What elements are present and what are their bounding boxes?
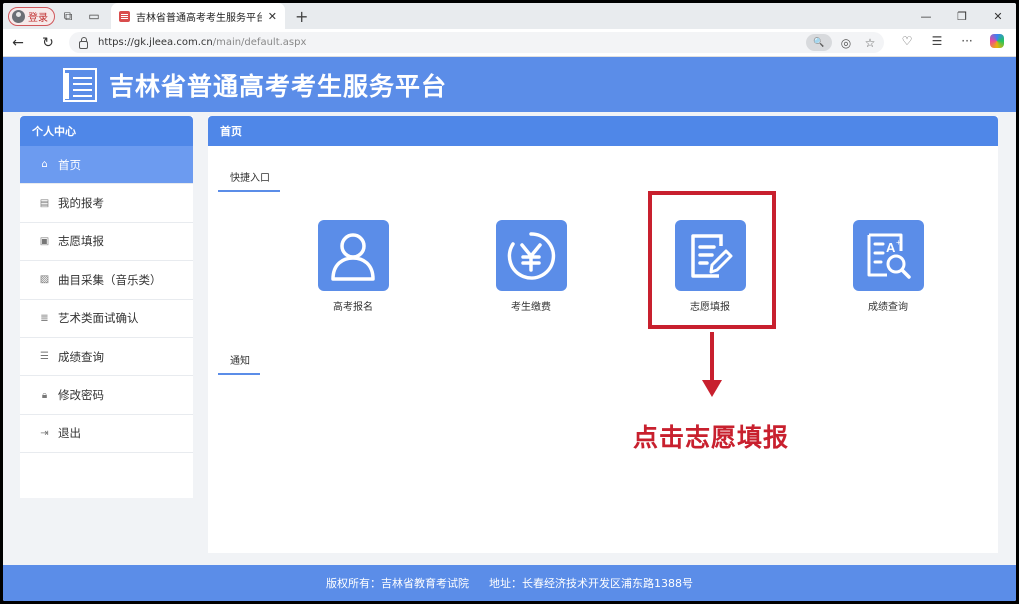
annotation-text: 点击志愿填报 [633, 423, 790, 452]
site-logo-icon [63, 67, 97, 102]
browser-tab-active[interactable]: 吉林省普通高考考生服务平台 ✕ [111, 3, 285, 29]
sidebar-item-score-query[interactable]: ☰ 成绩查询 [20, 338, 193, 377]
arrow-down-icon [702, 380, 722, 397]
tab-title: 吉林省普通高考考生服务平台 [136, 12, 262, 24]
tab-actions-icon[interactable]: ▭ [81, 5, 107, 27]
sidebar-item-label: 曲目采集（音乐类） [58, 272, 162, 287]
web-page: 吉林省普通高考考生服务平台 个人中心 ⌂ 首页 ▤ 我的报考 ▣ 志愿填报 ▨ … [3, 57, 1016, 601]
sidebar: 个人中心 ⌂ 首页 ▤ 我的报考 ▣ 志愿填报 ▨ 曲目采集（音乐类） ≣ 艺术… [20, 116, 193, 498]
home-icon: ⌂ [41, 159, 48, 171]
sidebar-item-label: 修改密码 [58, 388, 104, 403]
lock-icon [79, 36, 88, 49]
score-search-icon: A + [852, 220, 924, 291]
main-heading: 首页 [208, 116, 998, 146]
browser-window: 登录 ⧉ ▭ 吉林省普通高考考生服务平台 ✕ + — ❐ ✕ ← ↻ https… [3, 3, 1016, 601]
address-bar[interactable]: https://gk.jleea.com.cn/main/default.asp… [69, 32, 884, 53]
new-tab-icon[interactable]: + [295, 7, 308, 26]
search-key-icon[interactable]: 🔍 [806, 34, 832, 51]
yen-icon [495, 220, 567, 291]
site-footer: 版权所有：吉林省教育考试院 地址：长春经济技术开发区浦东路1388号 [3, 565, 1016, 601]
site-banner: 吉林省普通高考考生服务平台 [3, 57, 1016, 112]
document-icon: ▤ [39, 197, 50, 209]
sidebar-item-art-interview[interactable]: ≣ 艺术类面试确认 [20, 300, 193, 338]
favorites-list-icon[interactable]: ☰ [922, 34, 952, 51]
main-panel: 首页 快捷入口 高考报名 考生缴费 志愿填报 A + 成绩查询 通知 点击志愿填… [208, 116, 998, 553]
form-icon: ▣ [39, 235, 50, 247]
more-menu-icon[interactable]: ··· [952, 34, 982, 51]
back-icon[interactable]: ← [3, 35, 33, 51]
notice-tab[interactable]: 通知 [218, 352, 260, 375]
tile-label: 高考报名 [333, 302, 373, 313]
sidebar-item-label: 艺术类面试确认 [58, 311, 139, 326]
refresh-icon[interactable]: ↻ [33, 35, 63, 51]
toolbar-right-icons: ♡ ☰ ··· [892, 34, 1012, 51]
sidebar-item-change-password[interactable]: 🔒︎ 修改密码 [20, 376, 193, 415]
sidebar-item-label: 我的报考 [58, 196, 104, 211]
sidebar-item-logout[interactable]: ⇥ 退出 [20, 415, 193, 454]
footer-copyright: 版权所有：吉林省教育考试院 [326, 577, 469, 590]
footer-address: 地址：长春经济技术开发区浦东路1388号 [489, 577, 693, 590]
window-controls: — ❐ ✕ [908, 3, 1016, 29]
workspaces-icon[interactable]: ⧉ [55, 5, 81, 27]
restore-icon[interactable]: ❐ [944, 3, 980, 29]
sidebar-heading: 个人中心 [20, 116, 193, 146]
browser-tab-bar: 登录 ⧉ ▭ 吉林省普通高考考生服务平台 ✕ + — ❐ ✕ [3, 3, 1016, 29]
sidebar-item-my-registration[interactable]: ▤ 我的报考 [20, 184, 193, 223]
browser-essentials-icon[interactable]: ♡ [892, 34, 922, 51]
tile-label: 成绩查询 [868, 302, 908, 313]
lock-icon: 🔒︎ [41, 389, 48, 401]
site-favicon-icon [119, 10, 130, 22]
sidebar-item-label: 首页 [58, 157, 81, 172]
minimize-icon[interactable]: — [908, 3, 944, 29]
read-aloud-icon[interactable]: ◎ [836, 36, 856, 50]
edit-icon: ▨ [39, 274, 50, 286]
highlight-box [648, 191, 776, 329]
tab-close-icon[interactable]: ✕ [268, 10, 277, 23]
profile-button[interactable]: 登录 [8, 6, 55, 26]
sidebar-item-label: 志愿填报 [58, 234, 104, 249]
tile-score-query[interactable]: A + 成绩查询 [833, 220, 943, 313]
sidebar-item-label: 退出 [58, 426, 81, 441]
url-text: https://gk.jleea.com.cn/main/default.asp… [98, 37, 306, 48]
list-icon: ≣ [40, 312, 49, 324]
chart-icon: ☰ [40, 351, 49, 363]
tile-fee-payment[interactable]: 考生缴费 [476, 220, 586, 313]
avatar-icon [12, 9, 25, 23]
site-title: 吉林省普通高考考生服务平台 [109, 71, 448, 101]
window-close-icon[interactable]: ✕ [980, 3, 1016, 29]
address-bar-actions: 🔍 ◎ ☆ [806, 34, 880, 51]
url-path: /main/default.aspx [212, 37, 307, 48]
svg-text:A: A [886, 240, 896, 255]
svg-text:+: + [896, 238, 901, 247]
favorite-star-icon[interactable]: ☆ [860, 36, 880, 50]
sidebar-item-home[interactable]: ⌂ 首页 [20, 146, 193, 185]
url-host: https://gk.jleea.com.cn [98, 37, 213, 48]
sidebar-item-label: 成绩查询 [58, 349, 104, 364]
logout-icon: ⇥ [40, 427, 49, 439]
copilot-icon[interactable] [982, 34, 1012, 51]
quick-entry-tab[interactable]: 快捷入口 [218, 169, 280, 192]
sidebar-item-application[interactable]: ▣ 志愿填报 [20, 223, 193, 262]
profile-label: 登录 [28, 12, 48, 24]
tile-label: 考生缴费 [511, 302, 551, 313]
tile-exam-registration[interactable]: 高考报名 [298, 220, 408, 313]
browser-toolbar: ← ↻ https://gk.jleea.com.cn/main/default… [3, 29, 1016, 57]
sidebar-item-music-collection[interactable]: ▨ 曲目采集（音乐类） [20, 261, 193, 300]
annotation-arrow [710, 332, 714, 382]
user-icon [317, 220, 389, 291]
